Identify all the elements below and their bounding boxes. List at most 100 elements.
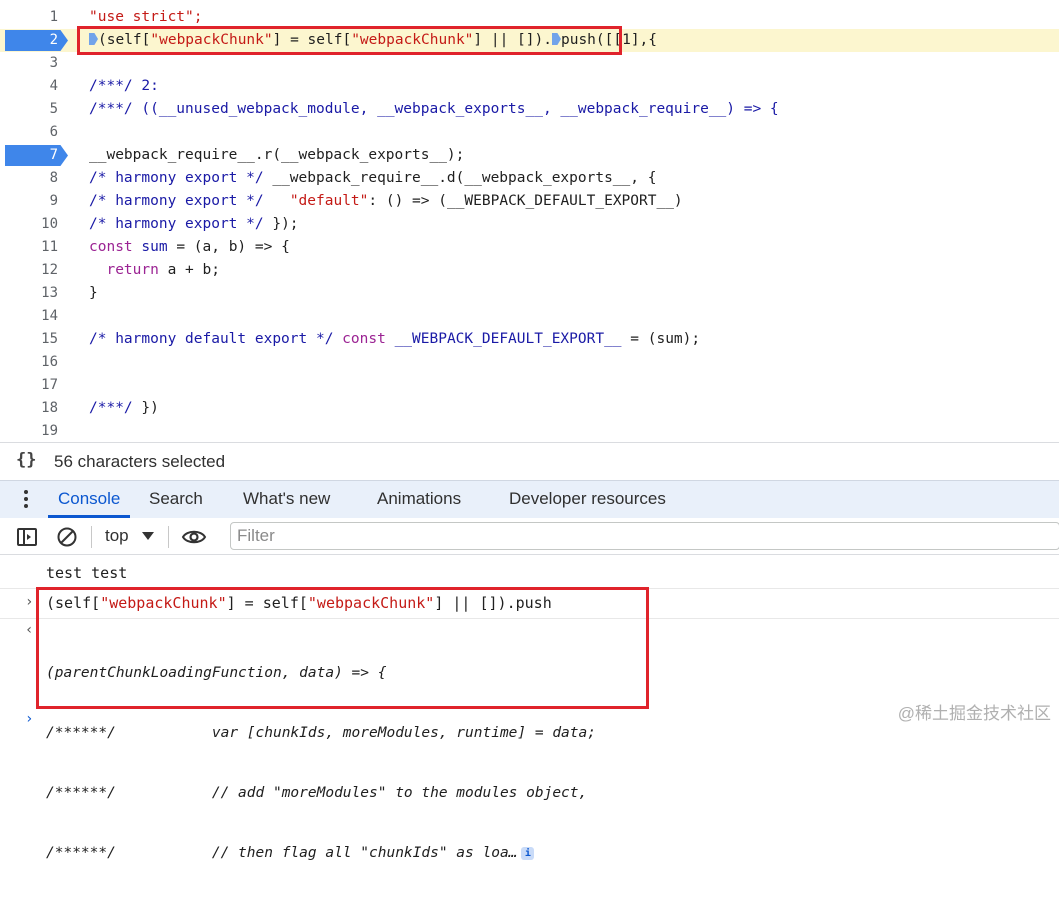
code-line[interactable]: 9 /* harmony export */ "default": () => …	[0, 190, 1059, 213]
line-number[interactable]: 4	[0, 75, 58, 98]
line-number[interactable]: 9	[0, 190, 58, 213]
line-number[interactable]: 1	[0, 6, 58, 29]
code-token: 2:	[132, 78, 159, 94]
chevron-down-icon[interactable]	[142, 532, 154, 540]
code-line[interactable]: 12 return a + b;	[0, 259, 1059, 282]
toolbar-divider	[168, 526, 169, 548]
code-line[interactable]: 3	[0, 52, 1059, 75]
line-number[interactable]: 5	[0, 98, 58, 121]
console-output[interactable]: test test › (self["webpackChunk"] = self…	[0, 555, 1059, 861]
source-code-editor[interactable]: 1 "use strict"; 2 (self["webpackChunk"] …	[0, 0, 1059, 442]
result-line: /******/ // then flag all "chunkIds" as …	[46, 845, 518, 861]
code-token: ] = self[	[272, 32, 352, 48]
function-preview[interactable]: (parentChunkLoadingFunction, data) => { …	[46, 623, 596, 903]
tab-whats-new[interactable]: What's new	[243, 481, 330, 518]
code-comment: /* harmony default export */	[89, 331, 334, 347]
code-line[interactable]: 18 /***/ })	[0, 397, 1059, 420]
drawer-tab-bar: Console Search What's new Animations Dev…	[0, 480, 1059, 518]
console-input-entry[interactable]: › (self["webpackChunk"] = self["webpackC…	[0, 589, 1059, 619]
line-number[interactable]: 14	[0, 305, 58, 328]
code-token: ] = self[	[226, 594, 308, 612]
context-selector-label[interactable]: top	[105, 526, 129, 546]
code-token: ((__unused_webpack_module, __webpack_exp…	[132, 101, 779, 117]
code-token: (self[	[98, 32, 151, 48]
selection-status-text: 56 characters selected	[54, 452, 226, 471]
tab-animations[interactable]: Animations	[377, 481, 461, 518]
code-line[interactable]: 16	[0, 351, 1059, 374]
code-string: "webpackChunk"	[100, 594, 227, 612]
inline-breakpoint-icon[interactable]	[551, 33, 561, 45]
input-prompt-icon: ›	[25, 594, 34, 610]
code-line[interactable]: 4 /***/ 2:	[0, 75, 1059, 98]
code-line[interactable]: 17	[0, 374, 1059, 397]
code-token: });	[263, 216, 299, 232]
code-comment: /* harmony export */	[89, 216, 264, 232]
code-keyword: const	[89, 239, 133, 255]
code-comment: /* harmony export */	[89, 193, 264, 209]
line-number[interactable]: 12	[0, 259, 58, 282]
result-line: /******/ // add "moreModules" to the mod…	[46, 785, 588, 801]
toolbar-divider	[91, 526, 92, 548]
console-filter-input[interactable]	[230, 522, 1059, 550]
eye-icon[interactable]	[181, 526, 207, 553]
code-token: ] || []).	[473, 32, 552, 48]
code-token: a + b;	[158, 262, 220, 278]
code-string: "default"	[289, 193, 369, 209]
line-number[interactable]: 10	[0, 213, 58, 236]
info-icon[interactable]: i	[521, 847, 535, 860]
code-line[interactable]: 13 }	[0, 282, 1059, 305]
line-number[interactable]: 8	[0, 167, 58, 190]
code-token: __webpack_require__.d(__webpack_exports_…	[263, 170, 657, 186]
result-prompt-icon: ‹	[25, 622, 34, 638]
code-line[interactable]: 5 /***/ ((__unused_webpack_module, __web…	[0, 98, 1059, 121]
more-options-icon[interactable]	[23, 490, 29, 510]
watermark: @稀土掘金技术社区	[897, 704, 1051, 723]
code-line[interactable]: 15 /* harmony default export */ const __…	[0, 328, 1059, 351]
line-number[interactable]: 18	[0, 397, 58, 420]
tab-console[interactable]: Console	[48, 481, 131, 518]
code-token: : () => (__WEBPACK_DEFAULT_EXPORT__)	[368, 193, 683, 209]
code-line[interactable]: 14	[0, 305, 1059, 328]
line-number[interactable]: 17	[0, 374, 58, 397]
line-number[interactable]: 6	[0, 121, 58, 144]
code-line[interactable]: 10 /* harmony export */ });	[0, 213, 1059, 236]
line-number[interactable]: 15	[0, 328, 58, 351]
sidebar-toggle-icon[interactable]	[16, 526, 38, 553]
code-line[interactable]: 6	[0, 121, 1059, 144]
line-number[interactable]: 13	[0, 282, 58, 305]
inline-breakpoint-icon[interactable]	[89, 33, 98, 45]
code-line-highlighted[interactable]: 2 (self["webpackChunk"] = self["webpackC…	[0, 29, 1059, 52]
curly-braces-icon[interactable]: {}	[16, 450, 36, 470]
code-line[interactable]: 7 __webpack_require__.r(__webpack_export…	[0, 144, 1059, 167]
console-prompt-icon[interactable]: ›	[25, 711, 33, 727]
code-token: }	[89, 285, 98, 301]
line-number[interactable]: 16	[0, 351, 58, 374]
line-number[interactable]: 7	[0, 144, 58, 167]
code-keyword: const	[342, 331, 386, 347]
code-token: __webpack_require__.r(__webpack_exports_…	[89, 147, 465, 163]
console-toolbar: top	[0, 518, 1059, 555]
clear-console-icon[interactable]	[56, 526, 78, 553]
code-line[interactable]: 11 const sum = (a, b) => {	[0, 236, 1059, 259]
code-keyword: return	[106, 262, 159, 278]
line-number[interactable]: 3	[0, 52, 58, 75]
line-number[interactable]: 11	[0, 236, 58, 259]
code-comment: /***/	[89, 400, 133, 416]
line-number[interactable]: 2	[0, 29, 58, 52]
code-token: ] || []).push	[434, 594, 552, 612]
code-line[interactable]: 19	[0, 420, 1059, 442]
code-line[interactable]: 8 /* harmony export */ __webpack_require…	[0, 167, 1059, 190]
tab-developer-resources[interactable]: Developer resources	[509, 481, 666, 518]
tab-search[interactable]: Search	[149, 481, 203, 518]
code-string: "webpackChunk"	[150, 32, 273, 48]
console-result-entry[interactable]: ‹ (parentChunkLoadingFunction, data) => …	[0, 619, 1059, 861]
code-string: "webpackChunk"	[307, 594, 435, 612]
result-line: /******/ var [chunkIds, moreModules, run…	[46, 725, 596, 741]
result-line: (parentChunkLoadingFunction, data) => {	[46, 665, 387, 681]
code-comment: /***/	[89, 78, 133, 94]
code-string: "webpackChunk"	[351, 32, 474, 48]
line-number[interactable]: 19	[0, 420, 58, 442]
code-line[interactable]: 1 "use strict";	[0, 6, 1059, 29]
